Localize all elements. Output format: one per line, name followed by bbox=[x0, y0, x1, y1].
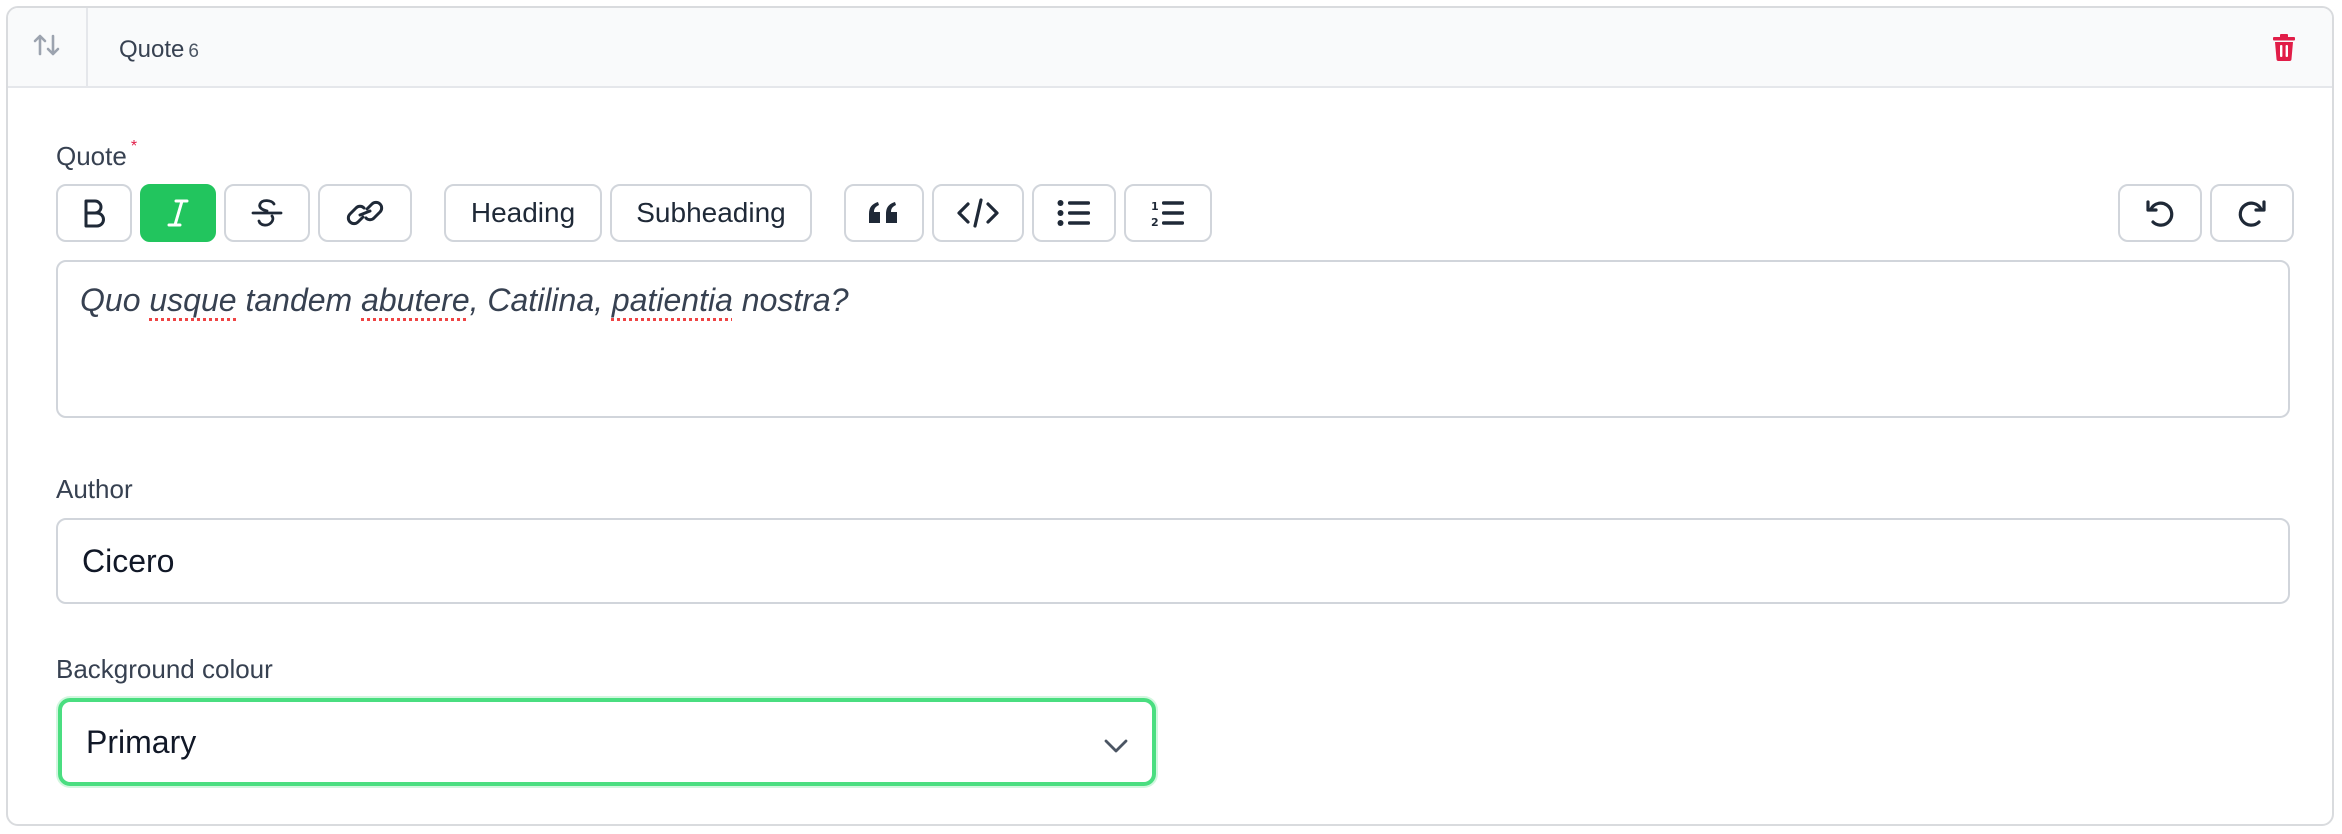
required-indicator: * bbox=[130, 138, 138, 155]
quote-icon bbox=[867, 201, 901, 225]
code-icon bbox=[956, 197, 1000, 229]
bold-button[interactable] bbox=[56, 184, 132, 242]
quote-text-part: patientia bbox=[611, 282, 733, 318]
quote-label-text: Quote bbox=[56, 141, 127, 171]
author-value: Cicero bbox=[82, 542, 175, 579]
block-number: 6 bbox=[188, 41, 199, 62]
quote-block-panel: Quote 6 Quote * Heading Subheading 1 2 Q… bbox=[6, 6, 2334, 826]
bold-icon bbox=[81, 198, 107, 228]
delete-block-button[interactable] bbox=[2270, 33, 2298, 66]
strikethrough-icon bbox=[250, 197, 284, 229]
quote-text-part: nostra? bbox=[732, 282, 849, 318]
quote-text-part: usque bbox=[149, 282, 237, 318]
heading-button[interactable]: Heading bbox=[444, 184, 602, 242]
redo-button[interactable] bbox=[2210, 184, 2294, 242]
svg-text:1: 1 bbox=[1151, 200, 1159, 213]
bullet-list-button[interactable] bbox=[1032, 184, 1116, 242]
author-input[interactable]: Cicero bbox=[56, 518, 2290, 604]
undo-button[interactable] bbox=[2118, 184, 2202, 242]
quote-text-part: abutere bbox=[361, 282, 470, 318]
ordered-list-button[interactable]: 1 2 bbox=[1124, 184, 1212, 242]
author-label: Author bbox=[56, 474, 133, 504]
quote-text-part: , Catilina, bbox=[469, 282, 612, 318]
quote-text-part: tandem bbox=[236, 282, 362, 318]
ordered-list-icon: 1 2 bbox=[1151, 198, 1185, 228]
reorder-handle[interactable] bbox=[8, 8, 88, 86]
italic-icon bbox=[165, 198, 191, 228]
undo-icon bbox=[2144, 197, 2176, 229]
subheading-button[interactable]: Subheading bbox=[610, 184, 812, 242]
quote-editor[interactable]: Quo usque tandem abutere, Catilina, pati… bbox=[56, 260, 2290, 418]
link-button[interactable] bbox=[318, 184, 412, 242]
italic-button[interactable] bbox=[140, 184, 216, 242]
svg-text:2: 2 bbox=[1151, 216, 1159, 228]
trash-icon bbox=[2272, 33, 2296, 66]
background-colour-select[interactable]: Primary bbox=[58, 698, 1156, 786]
block-title: Quote 6 bbox=[119, 36, 199, 64]
code-button[interactable] bbox=[932, 184, 1024, 242]
link-icon bbox=[345, 196, 385, 230]
strikethrough-button[interactable] bbox=[224, 184, 310, 242]
redo-icon bbox=[2236, 197, 2268, 229]
background-colour-label: Background colour bbox=[56, 654, 273, 684]
arrows-up-down-icon bbox=[32, 32, 62, 63]
bullet-list-icon bbox=[1057, 199, 1091, 227]
background-colour-value: Primary bbox=[86, 723, 197, 760]
chevron-down-icon bbox=[1104, 724, 1128, 761]
quote-text-part: Quo bbox=[80, 282, 150, 318]
quote-label: Quote * bbox=[56, 138, 138, 172]
blockquote-button[interactable] bbox=[844, 184, 924, 242]
block-title-text: Quote bbox=[119, 36, 185, 63]
block-header: Quote 6 bbox=[8, 8, 2332, 88]
